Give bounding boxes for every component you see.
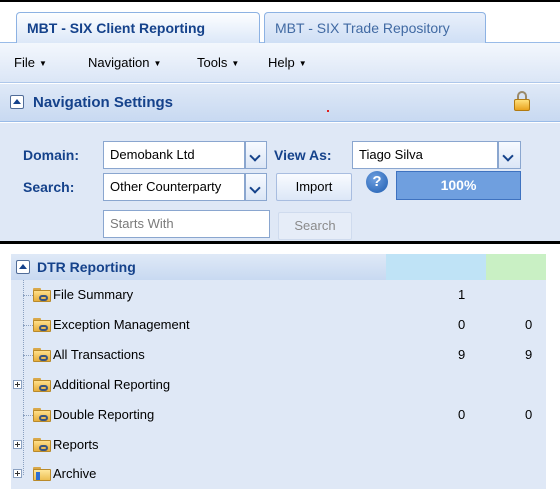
import-button[interactable]: Import [276, 173, 352, 201]
tree-item-count-2: 0 [525, 407, 533, 422]
navigation-settings-header: Navigation Settings [0, 84, 560, 122]
folder-link-icon [33, 378, 51, 392]
view-as-select[interactable]: Tiago Silva [352, 141, 498, 169]
tree-row-exception-management[interactable]: Exception Management 0 0 [11, 310, 546, 340]
archive-folder-icon [33, 467, 51, 481]
tree-item-label: Reports [53, 437, 99, 452]
search-button[interactable]: Search [278, 212, 352, 240]
column-header-1 [386, 254, 486, 280]
column-header-2 [486, 254, 546, 280]
menu-file-label: File [14, 55, 35, 70]
tab-bar: MBT - SIX Client Reporting MBT - SIX Tra… [0, 2, 560, 44]
tree-row-reports[interactable]: Reports [11, 430, 546, 460]
tree-row-archive[interactable]: Archive [11, 459, 546, 489]
menu-bar: File ▼ Navigation ▼ Tools ▼ Help ▼ [0, 43, 560, 83]
chevron-down-icon: ▼ [231, 58, 240, 68]
tree-item-count-2: 9 [525, 347, 533, 362]
tree-item-label: Exception Management [53, 317, 190, 332]
menu-help[interactable]: Help ▼ [268, 43, 307, 83]
progress-bar: 100% [396, 171, 521, 200]
navigation-settings-title: Navigation Settings [33, 94, 174, 111]
folder-link-icon [33, 408, 51, 422]
expand-plus-icon[interactable] [13, 380, 22, 389]
tree-panel: DTR Reporting File Summary 1 Exception M… [11, 254, 546, 489]
collapse-up-icon[interactable] [16, 260, 30, 274]
lock-icon[interactable] [514, 91, 530, 111]
marker-dot [327, 110, 329, 112]
tree-row-additional-reporting[interactable]: Additional Reporting [11, 370, 546, 400]
expand-plus-icon[interactable] [13, 440, 22, 449]
view-as-label: View As: [274, 147, 332, 163]
tree-row-file-summary[interactable]: File Summary 1 [11, 280, 546, 310]
tree-connector [23, 295, 33, 296]
tree-item-count-1: 1 [458, 287, 466, 302]
tree-item-count-2: 0 [525, 317, 533, 332]
tree-item-label: File Summary [53, 287, 134, 302]
menu-file[interactable]: File ▼ [14, 43, 47, 83]
tree-title: DTR Reporting [37, 259, 136, 275]
menu-help-label: Help [268, 55, 295, 70]
search-type-dropdown-icon[interactable] [245, 173, 267, 201]
tree-header: DTR Reporting [11, 254, 546, 280]
tree-item-label: Additional Reporting [53, 377, 171, 392]
domain-select[interactable]: Demobank Ltd [103, 141, 245, 169]
domain-label: Domain: [23, 147, 79, 163]
chevron-down-icon: ▼ [153, 58, 162, 68]
tree-item-label: All Transactions [53, 347, 145, 362]
starts-with-input[interactable]: Starts With [103, 210, 270, 238]
folder-link-icon [33, 288, 51, 302]
tree-connector [23, 325, 33, 326]
menu-navigation-label: Navigation [88, 55, 150, 70]
search-label: Search: [23, 179, 75, 195]
tree-item-count-1: 0 [458, 407, 466, 422]
chevron-down-icon: ▼ [38, 58, 47, 68]
tree-connector [23, 355, 33, 356]
dtr-reporting-pane: DTR Reporting File Summary 1 Exception M… [0, 244, 560, 491]
view-as-dropdown-icon[interactable] [498, 141, 521, 169]
menu-tools-label: Tools [197, 55, 228, 70]
tree-item-label: Archive [53, 466, 97, 481]
folder-link-icon [33, 348, 51, 362]
chevron-down-icon: ▼ [298, 58, 307, 68]
help-icon[interactable]: ? [366, 171, 388, 193]
tab-client-reporting[interactable]: MBT - SIX Client Reporting [16, 12, 260, 44]
collapse-up-icon[interactable] [10, 95, 24, 109]
tree-row-double-reporting[interactable]: Double Reporting 0 0 [11, 400, 546, 430]
menu-navigation[interactable]: Navigation ▼ [88, 43, 161, 83]
menu-tools[interactable]: Tools ▼ [197, 43, 239, 83]
tree-row-all-transactions[interactable]: All Transactions 9 9 [11, 340, 546, 370]
folder-link-icon [33, 318, 51, 332]
tree-item-label: Double Reporting [53, 407, 155, 422]
tree-item-count-1: 9 [458, 347, 466, 362]
tree-connector [23, 415, 33, 416]
expand-plus-icon[interactable] [13, 469, 22, 478]
tree-item-count-1: 0 [458, 317, 466, 332]
search-type-select[interactable]: Other Counterparty [103, 173, 245, 201]
domain-dropdown-icon[interactable] [245, 141, 267, 169]
tab-trade-repository[interactable]: MBT - SIX Trade Repository [264, 12, 486, 43]
folder-link-icon [33, 438, 51, 452]
